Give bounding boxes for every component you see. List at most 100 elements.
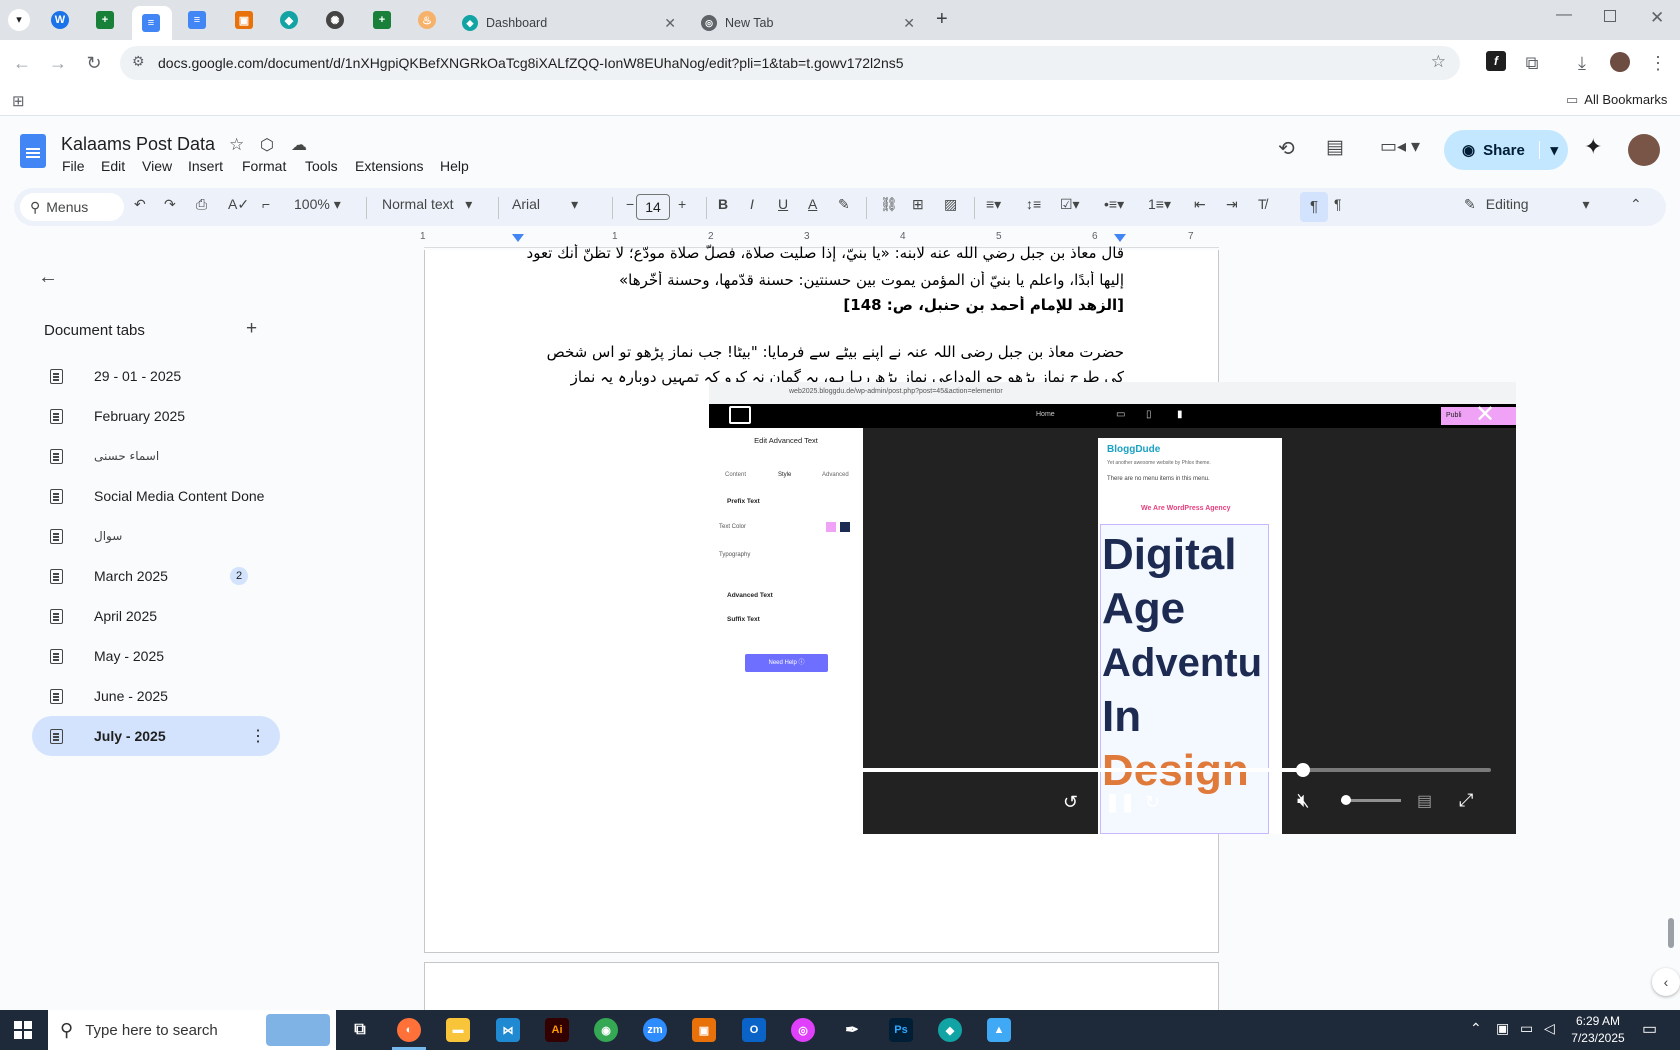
apps-grid-icon[interactable]: ⊞ xyxy=(12,92,25,110)
rtl-icon[interactable]: ¶ xyxy=(1334,196,1342,212)
picture-in-picture-video[interactable]: web2025.bloggdu.de/wp-admin/post.php?pos… xyxy=(709,382,1516,834)
mute-icon[interactable]: 🔇︎ xyxy=(1297,790,1310,813)
tab-search-button[interactable]: ▾ xyxy=(8,9,30,31)
close-window-icon[interactable]: ✕ xyxy=(1650,8,1664,28)
font-select[interactable]: Arial ▾ xyxy=(512,196,578,213)
tray-wifi-icon[interactable]: ▭ xyxy=(1520,1020,1533,1037)
spellcheck-icon[interactable]: A✓ xyxy=(228,196,249,213)
sidebar-tab-asma-husna[interactable]: اسماء حسنی xyxy=(32,436,280,476)
sidebar-tab-june-2025[interactable]: June - 2025 xyxy=(32,676,280,716)
clear-formatting-icon[interactable]: T̸ xyxy=(1258,196,1267,212)
paint-format-icon[interactable]: ⌐ xyxy=(262,196,270,212)
forward-icon[interactable]: → xyxy=(48,53,68,73)
side-panel-toggle-icon[interactable]: ‹ xyxy=(1652,968,1680,996)
all-bookmarks-folder[interactable]: ▭ All Bookmarks xyxy=(1566,92,1667,108)
back-icon[interactable]: ← xyxy=(12,53,32,73)
menu-format[interactable]: Format xyxy=(242,158,286,174)
fullscreen-icon[interactable]: ⤢ xyxy=(1459,790,1473,811)
profile-avatar[interactable] xyxy=(1610,52,1630,72)
ltr-icon[interactable]: ¶ xyxy=(1300,192,1328,222)
taskbar-search[interactable]: ⚲ Type here to search xyxy=(48,1010,336,1050)
add-comment-icon[interactable]: ⊞ xyxy=(912,196,924,213)
pinned-tab-sheets-icon[interactable]: + xyxy=(96,11,114,29)
pinned-tab-wp-icon[interactable]: W xyxy=(51,11,69,29)
scrollbar-thumb[interactable] xyxy=(1668,918,1674,948)
sidebar-tab-may-2025[interactable]: May - 2025 xyxy=(32,636,280,676)
numbered-list-icon[interactable]: 1≡▾ xyxy=(1148,196,1171,213)
collapse-icon[interactable]: ⌃ xyxy=(1630,196,1642,213)
menu-tools[interactable]: Tools xyxy=(305,158,338,174)
chrome-menu-icon[interactable]: ⋮ xyxy=(1648,53,1668,73)
menu-extensions[interactable]: Extensions xyxy=(355,158,423,174)
bold-icon[interactable]: B xyxy=(718,196,728,212)
teal-app-icon[interactable]: ◆ xyxy=(938,1018,962,1042)
menu-insert[interactable]: Insert xyxy=(188,158,223,174)
menu-help[interactable]: Help xyxy=(440,158,469,174)
volume-slider[interactable] xyxy=(1341,795,1401,805)
start-button-icon[interactable] xyxy=(14,1021,32,1039)
notifications-icon[interactable]: ▭ xyxy=(1642,1019,1657,1039)
download-icon[interactable]: ⤓ xyxy=(1572,53,1592,73)
share-button[interactable]: ◉ Share ▾ xyxy=(1444,130,1568,170)
style-select[interactable]: Normal text ▾ xyxy=(382,196,472,213)
chrome-icon[interactable]: ◉ xyxy=(594,1018,618,1042)
firefox-icon[interactable]: ◐ xyxy=(397,1018,421,1042)
back-arrow-icon[interactable]: ← xyxy=(38,266,58,289)
reload-icon[interactable]: ↻ xyxy=(84,53,104,73)
line-spacing-icon[interactable]: ↕≡ xyxy=(1026,196,1041,212)
tab-options-icon[interactable]: ⋮ xyxy=(250,726,266,746)
pinned-tab-teal-icon[interactable]: ◆ xyxy=(280,11,298,29)
forward-10-icon[interactable]: ↻ xyxy=(1145,792,1160,813)
pen-app-icon[interactable]: ✒ xyxy=(840,1018,864,1042)
menu-edit[interactable]: Edit xyxy=(101,158,125,174)
star-icon[interactable]: ☆ xyxy=(229,135,244,155)
move-icon[interactable]: ⬡ xyxy=(260,135,274,155)
sidebar-tab-april-2025[interactable]: April 2025 xyxy=(32,596,280,636)
pinned-tab-docs-active[interactable]: ≡ xyxy=(132,6,172,40)
underline-icon[interactable]: U xyxy=(778,196,788,212)
share-dropdown-icon[interactable]: ▾ xyxy=(1539,141,1568,159)
tray-volume-icon[interactable]: ◁ xyxy=(1544,1020,1555,1037)
orange-app-icon[interactable]: ▣ xyxy=(692,1018,716,1042)
pinned-tab-docs-icon[interactable]: ≡ xyxy=(188,11,206,29)
tray-network-icon[interactable]: ▣ xyxy=(1496,1020,1509,1037)
font-size-input[interactable]: 14 xyxy=(636,194,670,220)
comments-icon[interactable]: ▤ xyxy=(1326,136,1344,159)
illustrator-icon[interactable]: Ai xyxy=(545,1018,569,1042)
sidebar-tab-social-media[interactable]: Social Media Content Done xyxy=(32,476,280,516)
meet-icon[interactable]: ▭◂ ▾ xyxy=(1380,136,1420,157)
sidebar-tab-march-2025[interactable]: March 2025 2 xyxy=(32,556,280,596)
pinned-tab-sheets2-icon[interactable]: + xyxy=(373,11,391,29)
tray-clock[interactable]: 6:29 AM 7/23/2025 xyxy=(1568,1013,1628,1047)
bookmark-star-icon[interactable]: ☆ xyxy=(1431,52,1446,72)
close-tab-icon[interactable]: ✕ xyxy=(903,15,915,32)
gemini-icon[interactable]: ✦ xyxy=(1584,134,1602,160)
pinned-tab-fire-icon[interactable]: ♨ xyxy=(418,11,436,29)
paint-app-icon[interactable]: ▲ xyxy=(987,1018,1011,1042)
pinned-tab-orange-icon[interactable]: ▣ xyxy=(235,11,253,29)
sidebar-tab-sawal[interactable]: سوال xyxy=(32,516,280,556)
add-tab-icon[interactable]: + xyxy=(246,318,257,340)
new-tab-button[interactable]: + xyxy=(936,8,948,31)
print-icon[interactable]: ⎙ xyxy=(196,196,207,213)
close-tab-icon[interactable]: ✕ xyxy=(664,15,676,32)
increase-font-icon[interactable]: + xyxy=(678,196,686,212)
outlook-icon[interactable]: O xyxy=(742,1018,766,1042)
document-title[interactable]: Kalaams Post Data xyxy=(61,134,215,155)
seek-bar-thumb[interactable] xyxy=(1295,763,1310,777)
rewind-10-icon[interactable]: ↺ xyxy=(1063,792,1078,813)
volume-thumb[interactable] xyxy=(1341,795,1351,805)
gradient-app-icon[interactable]: ◎ xyxy=(791,1018,815,1042)
left-indent-marker[interactable] xyxy=(512,234,524,242)
pause-icon[interactable]: ❚❚ xyxy=(1105,792,1135,813)
zoom-select[interactable]: 100% ▾ xyxy=(294,196,341,213)
seek-bar[interactable] xyxy=(734,763,1491,777)
tray-chevron-icon[interactable]: ⌃ xyxy=(1470,1020,1482,1037)
search-menus[interactable]: ⚲ Menus xyxy=(20,193,124,221)
photoshop-icon[interactable]: Ps xyxy=(889,1018,913,1042)
zoom-icon[interactable]: zm xyxy=(643,1018,667,1042)
highlight-icon[interactable]: ✎ xyxy=(838,196,850,213)
align-icon[interactable]: ≡▾ xyxy=(986,196,1001,213)
sidebar-tab-july-2025[interactable]: July - 2025 ⋮ xyxy=(32,716,280,756)
decrease-indent-icon[interactable]: ⇤ xyxy=(1194,196,1206,213)
